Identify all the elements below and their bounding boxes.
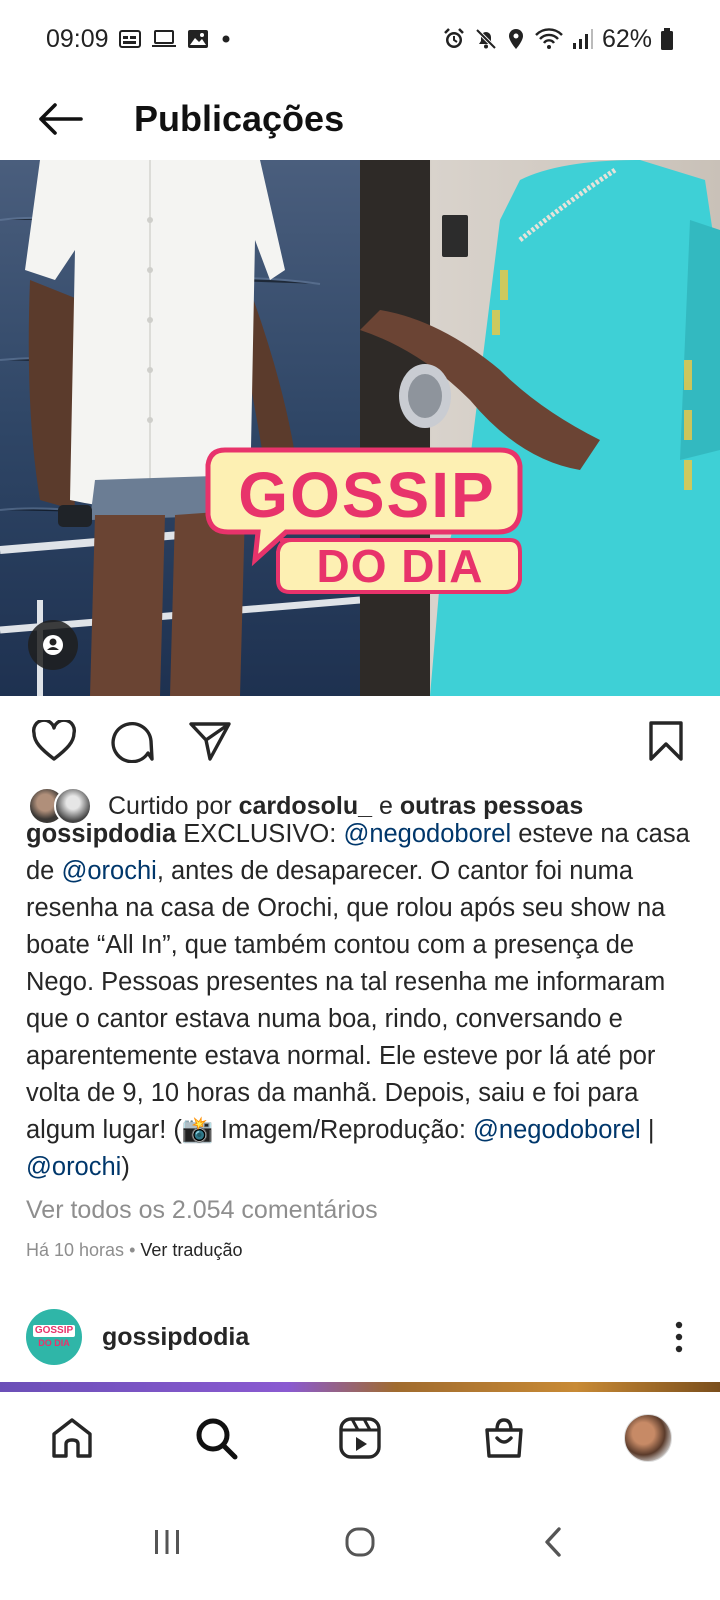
status-right: 62%: [442, 25, 674, 54]
view-all-comments-link[interactable]: Ver todos os 2.054 comentários: [26, 1196, 378, 1225]
tagged-users-button[interactable]: [28, 620, 78, 670]
header: Publicações: [0, 78, 720, 160]
meta-separator: •: [129, 1240, 136, 1260]
battery-icon: [660, 27, 674, 51]
next-post-username-link[interactable]: gossipdodia: [102, 1323, 249, 1352]
mute-icon: [474, 27, 498, 51]
status-bar: 09:09 62%: [0, 0, 720, 78]
avatar[interactable]: GOSSIP DO DIA: [26, 1309, 82, 1365]
nav-shop-button[interactable]: [469, 1403, 539, 1473]
shopping-bag-icon: [485, 1418, 523, 1458]
save-button[interactable]: [636, 711, 696, 771]
reels-icon: [339, 1417, 381, 1459]
alarm-icon: [442, 27, 466, 51]
home-system-button[interactable]: [320, 1502, 400, 1582]
system-navigation-bar: [0, 1484, 720, 1600]
more-vertical-icon: [675, 1321, 683, 1353]
status-left: 09:09: [46, 25, 233, 54]
calendar-icon: [118, 29, 141, 49]
signal-icon: [572, 27, 594, 51]
back-system-button[interactable]: [513, 1502, 593, 1582]
nav-home-button[interactable]: [37, 1403, 107, 1473]
recent-apps-button[interactable]: [127, 1502, 207, 1582]
see-translation-link[interactable]: Ver tradução: [140, 1240, 242, 1260]
page-title: Publicações: [134, 98, 345, 139]
caption-username-link[interactable]: gossipdodia: [26, 820, 176, 848]
nav-search-button[interactable]: [181, 1403, 251, 1473]
bookmark-icon: [649, 721, 683, 761]
comment-button[interactable]: [102, 711, 162, 771]
avatar-logo-text: DO DIA: [38, 1338, 70, 1348]
home-icon: [52, 1418, 92, 1458]
notification-dot-icon: [219, 29, 233, 49]
status-time: 09:09: [46, 24, 109, 53]
gallery-icon: [187, 29, 209, 49]
post-photo-illustration: [0, 160, 720, 696]
caption-text: EXCLUSIVO:: [183, 820, 337, 848]
heart-icon: [32, 720, 76, 761]
overlay-title-line1: GOSSIP: [238, 459, 496, 531]
battery-percent: 62%: [601, 24, 652, 53]
mention-link[interactable]: @negodoborel: [473, 1116, 641, 1144]
wifi-icon: [534, 27, 564, 51]
recent-apps-icon: [154, 1530, 179, 1554]
post-timestamp: Há 10 horas: [26, 1240, 125, 1260]
mention-link[interactable]: @orochi: [26, 1153, 121, 1181]
back-button[interactable]: [0, 78, 120, 160]
caption-text: , antes de desaparecer. O cantor foi num…: [26, 857, 666, 1144]
next-post-header: GOSSIP DO DIA gossipdodia: [0, 1302, 720, 1372]
post-actions: [0, 706, 720, 776]
arrow-left-icon: [39, 103, 83, 135]
post-image[interactable]: GOSSIP DO DIA: [0, 160, 720, 696]
avatar-logo-text: GOSSIP: [32, 1325, 76, 1337]
paper-plane-icon: [189, 722, 231, 761]
next-post-image[interactable]: [0, 1382, 720, 1392]
nav-reels-button[interactable]: [325, 1403, 395, 1473]
caption-text: ): [121, 1153, 130, 1181]
search-icon: [196, 1418, 238, 1460]
nav-profile-button[interactable]: [613, 1403, 683, 1473]
avatar: [624, 1414, 672, 1462]
more-options-button[interactable]: [664, 1307, 694, 1367]
post-caption: gossipdodia EXCLUSIVO: @negodoborel este…: [26, 816, 698, 1186]
laptop-icon: [151, 29, 177, 49]
post-meta: Há 10 horas • Ver tradução: [26, 1240, 242, 1261]
overlay-title-line2: DO DIA: [316, 540, 484, 592]
home-circle-icon: [345, 1527, 375, 1557]
mention-link[interactable]: @negodoborel: [343, 820, 511, 848]
mention-link[interactable]: @orochi: [61, 857, 156, 885]
bottom-navigation: [0, 1392, 720, 1484]
comment-bubble-icon: [111, 721, 154, 763]
share-button[interactable]: [180, 711, 240, 771]
like-button[interactable]: [24, 711, 84, 771]
user-tag-icon: [43, 635, 63, 655]
caption-separator: |: [647, 1116, 655, 1144]
chevron-left-icon: [545, 1527, 562, 1557]
location-icon: [506, 27, 526, 51]
